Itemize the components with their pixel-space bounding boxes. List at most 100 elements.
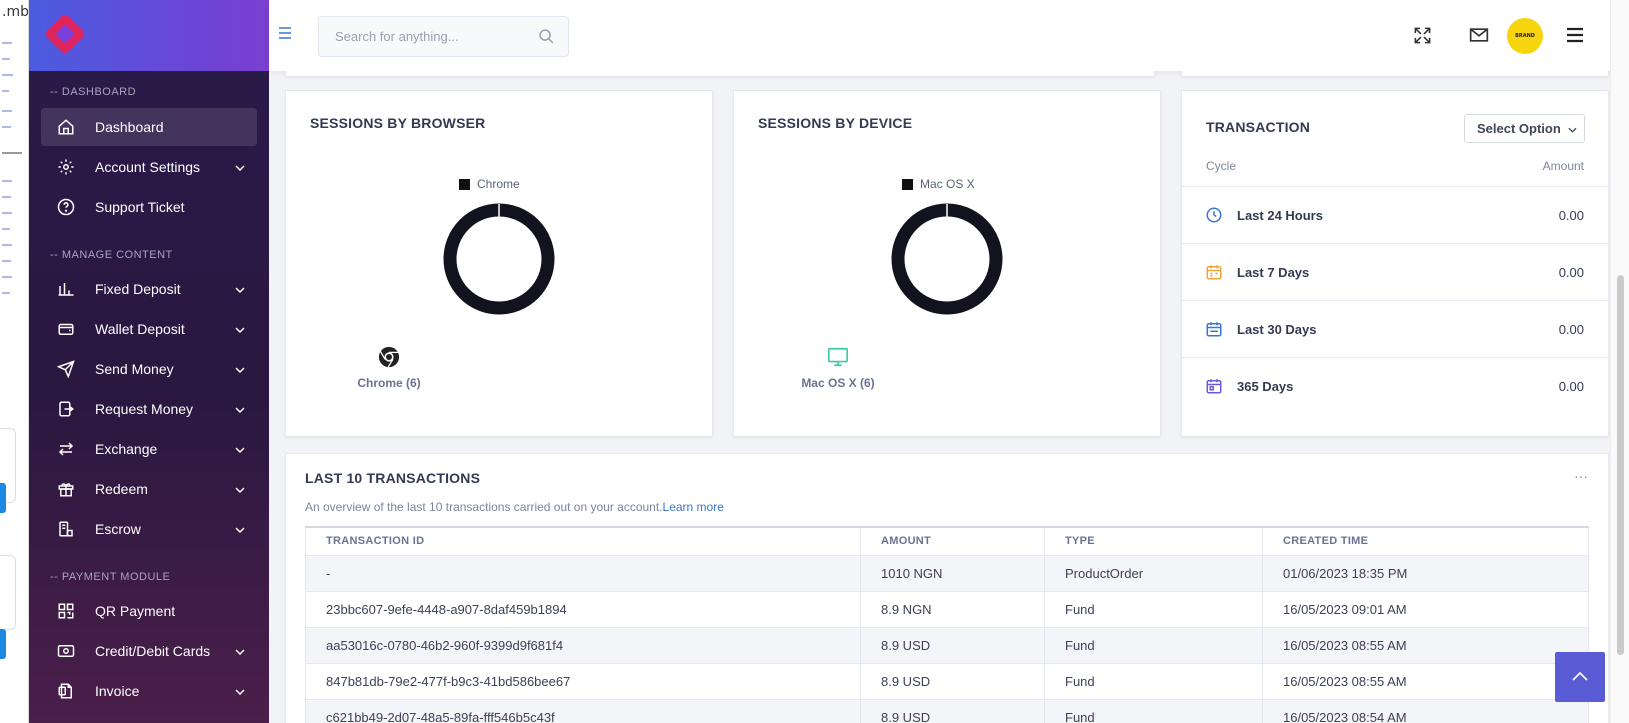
sidebar-item-dashboard[interactable]: Dashboard xyxy=(41,108,257,146)
search-input[interactable] xyxy=(319,29,519,44)
sidebar-item-account-settings[interactable]: Account Settings xyxy=(41,148,257,186)
table-row[interactable]: 23bbc607-9efe-4448-a907-8daf459b1894 8.9… xyxy=(305,590,1589,627)
cell-transaction-id: c621bb49-2d07-48a5-89fa-fff546b5c43f xyxy=(305,698,861,723)
select-option-dropdown[interactable]: Select Option xyxy=(1464,114,1585,143)
stat-label: Mac OS X (6) xyxy=(801,376,875,390)
sidebar-item-wallet-deposit[interactable]: Wallet Deposit xyxy=(41,310,257,348)
calendar-icon xyxy=(1205,377,1223,395)
cell-type: Fund xyxy=(1044,662,1263,699)
invoice-icon xyxy=(57,682,75,700)
sidebar-item-label: Wallet Deposit xyxy=(95,321,185,337)
column-header[interactable]: TRANSACTION ID xyxy=(305,526,861,555)
cell-type: Fund xyxy=(1044,590,1263,627)
avatar[interactable]: BRAND xyxy=(1507,18,1543,54)
chart-legend[interactable]: Chrome xyxy=(459,177,520,191)
background-app-strip: .mb xyxy=(0,0,29,723)
scroll-to-top-button[interactable] xyxy=(1555,652,1605,702)
brand-logo[interactable] xyxy=(43,12,87,56)
cell-transaction-id: aa53016c-0780-46b2-960f-9399d9f681f4 xyxy=(305,626,861,663)
legend-label: Chrome xyxy=(477,177,520,191)
last-transactions-card: LAST 10 TRANSACTIONS ··· An overview of … xyxy=(285,453,1609,723)
previous-card-edge xyxy=(1181,71,1609,77)
cycle-label: Last 30 Days xyxy=(1237,321,1317,337)
cell-type: ProductOrder xyxy=(1044,554,1263,591)
chevron-down-icon xyxy=(1568,121,1577,136)
calendar-icon xyxy=(1205,320,1223,338)
table-row[interactable]: aa53016c-0780-46b2-960f-9399d9f681f4 8.9… xyxy=(305,626,1589,663)
device-donut-chart xyxy=(891,203,1003,315)
search-icon[interactable] xyxy=(538,28,555,50)
chevron-down-icon xyxy=(235,682,245,700)
chevron-down-icon xyxy=(235,400,245,418)
donut-slice-mac-os-x[interactable] xyxy=(891,203,1003,315)
legend-swatch xyxy=(459,178,470,190)
sidebar-item-label: Escrow xyxy=(95,521,141,537)
sidebar-item-label: Redeem xyxy=(95,481,148,497)
cell-amount: 8.9 USD xyxy=(860,626,1045,663)
sidebar-item-label: Request Money xyxy=(95,401,194,417)
chart-legend[interactable]: Mac OS X xyxy=(902,177,975,191)
sidebar-item-label: Support Ticket xyxy=(95,199,185,215)
sidebar-item-label: Exchange xyxy=(95,441,158,457)
column-header[interactable]: AMOUNT xyxy=(860,526,1045,555)
sidebar-item-redeem[interactable]: Redeem xyxy=(41,470,257,508)
sidebar-item-exchange[interactable]: Exchange xyxy=(41,430,257,468)
sidebar-item-request-money[interactable]: Request Money xyxy=(41,390,257,428)
cycle-amount: 0.00 xyxy=(1558,207,1584,223)
chevron-down-icon xyxy=(235,642,245,660)
sidebar-item-send-money[interactable]: Send Money xyxy=(41,350,257,388)
sidebar-item-escrow[interactable]: Escrow xyxy=(41,510,257,548)
menu-toggle-icon[interactable] xyxy=(278,26,294,40)
help-circle-icon xyxy=(57,198,75,216)
sidebar-item-qr-payment[interactable]: QR Payment xyxy=(41,592,257,630)
background-tab xyxy=(0,629,6,659)
cycle-amount: 0.00 xyxy=(1558,378,1584,394)
sidebar-item-support-ticket[interactable]: Support Ticket xyxy=(41,188,257,226)
sidebar-header xyxy=(29,0,269,71)
cycle-label: Last 7 Days xyxy=(1237,264,1310,280)
sessions-by-device-card: SESSIONS BY DEVICE Mac OS X Mac OS X (6) xyxy=(733,90,1161,437)
cell-created-time: 16/05/2023 08:55 AM xyxy=(1262,626,1589,663)
chevron-down-icon xyxy=(235,280,245,298)
card-title: SESSIONS BY BROWSER xyxy=(310,115,486,131)
table-row[interactable]: 847b81db-79e2-477f-b9c3-41bd586bee67 8.9… xyxy=(305,662,1589,699)
cycle-amount: 0.00 xyxy=(1558,264,1584,280)
transaction-row: 365 Days 0.00 xyxy=(1182,357,1608,414)
cell-created-time: 01/06/2023 18:35 PM xyxy=(1262,554,1589,591)
card-subtitle: An overview of the last 10 transactions … xyxy=(305,500,724,514)
home-icon xyxy=(57,118,75,136)
cycle-amount: 0.00 xyxy=(1558,321,1584,337)
mail-icon[interactable] xyxy=(1468,24,1490,46)
scrollbar-thumb[interactable] xyxy=(1617,275,1624,655)
wallet-icon xyxy=(57,320,75,338)
sidebar-item-fixed-deposit[interactable]: Fixed Deposit xyxy=(41,270,257,308)
cell-transaction-id: 23bbc607-9efe-4448-a907-8daf459b1894 xyxy=(305,590,861,627)
hamburger-menu-icon[interactable] xyxy=(1564,24,1586,46)
cell-transaction-id: 847b81db-79e2-477f-b9c3-41bd586bee67 xyxy=(305,662,861,699)
sidebar-item-label: Dashboard xyxy=(95,119,164,135)
donut-slice-chrome[interactable] xyxy=(443,203,555,315)
column-header[interactable]: TYPE xyxy=(1044,526,1263,555)
page-scrollbar[interactable] xyxy=(1610,0,1629,723)
card-title: LAST 10 TRANSACTIONS xyxy=(305,470,481,486)
table-header-row: TRANSACTION ID AMOUNT TYPE CREATED TIME xyxy=(305,526,1589,555)
cell-created-time: 16/05/2023 09:01 AM xyxy=(1262,590,1589,627)
table-row[interactable]: - 1010 NGN ProductOrder 01/06/2023 18:35… xyxy=(305,554,1589,591)
column-header[interactable]: CREATED TIME xyxy=(1262,526,1589,555)
sidebar-item-invoice[interactable]: Invoice xyxy=(41,672,257,710)
cycle-label: 365 Days xyxy=(1237,378,1294,394)
gift-icon xyxy=(57,480,75,498)
cell-type: Fund xyxy=(1044,626,1263,663)
more-options-icon[interactable]: ··· xyxy=(1574,468,1588,484)
table-row[interactable]: c621bb49-2d07-48a5-89fa-fff546b5c43f 8.9… xyxy=(305,698,1589,723)
sidebar-item-label: Invoice xyxy=(95,683,140,699)
sidebar: -- DASHBOARD Dashboard Account Settings … xyxy=(29,0,269,723)
transaction-row: Last 30 Days 0.00 xyxy=(1182,300,1608,357)
sidebar-item-credit-debit-cards[interactable]: Credit/Debit Cards xyxy=(41,632,257,670)
fullscreen-icon[interactable] xyxy=(1411,24,1433,46)
column-header-cycle: Cycle xyxy=(1206,159,1237,173)
credit-card-icon xyxy=(57,642,75,660)
background-card xyxy=(0,555,16,630)
learn-more-link[interactable]: Learn more xyxy=(663,500,724,514)
qr-code-icon xyxy=(57,602,75,620)
